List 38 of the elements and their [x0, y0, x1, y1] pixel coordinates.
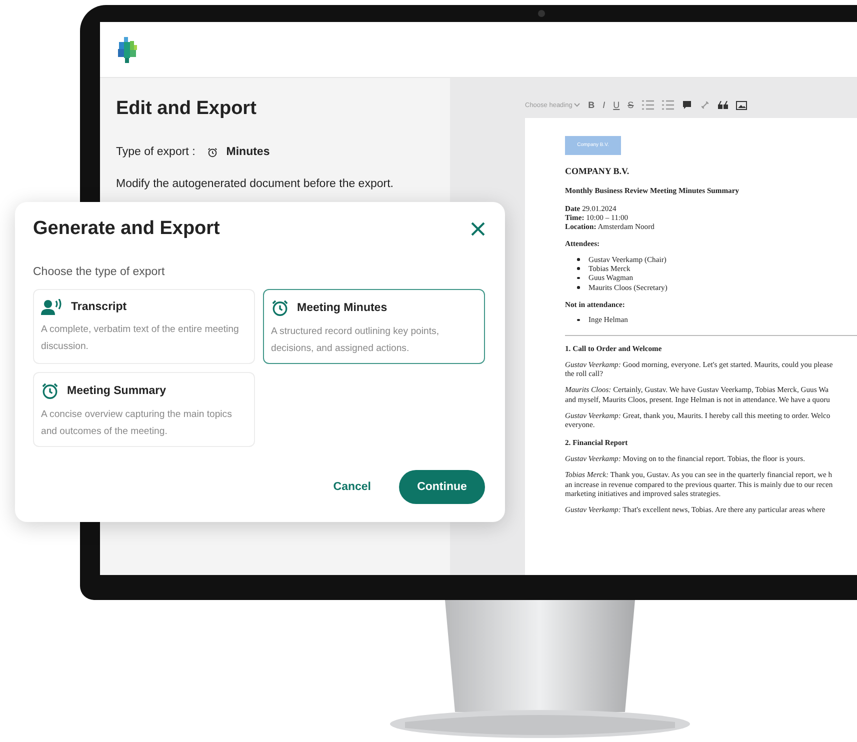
format-button[interactable]: S — [628, 100, 634, 110]
format-button[interactable]: U — [613, 100, 620, 110]
option-title: Meeting Minutes — [297, 302, 388, 314]
option-description: A structured record outlining key points, decisions, and assigned actions. — [271, 325, 440, 356]
format-button[interactable]: I — [602, 100, 606, 110]
caret-icon — [574, 102, 580, 106]
dialog-subtitle: Choose the type of export — [33, 266, 166, 278]
document-heading: COMPANY B.V. — [565, 167, 630, 176]
option-title: Meeting Summary — [67, 385, 166, 397]
instruction-text: Modify the autogenerated document before the export. — [116, 178, 394, 190]
person-speaking-icon — [41, 299, 63, 315]
bullet-dot — [577, 286, 580, 289]
page-title: Edit and Export — [116, 98, 258, 120]
cancel-button[interactable]: Cancel — [333, 481, 371, 493]
export-option-card[interactable]: Transcript A complete, verbatim text of the entire meeting discussion. — [33, 289, 255, 364]
continue-button[interactable]: Continue — [399, 470, 485, 504]
option-title: Transcript — [71, 301, 127, 313]
export-option-card[interactable]: Meeting Minutes A structured record outlining key points, decisions, and assigned actions. — [263, 289, 485, 364]
bullet-dot — [577, 258, 580, 261]
logo-icon — [116, 36, 138, 62]
option-description: A complete, verbatim text of the entire meeting discussion. — [41, 323, 240, 354]
image-icon[interactable] — [736, 100, 747, 110]
webcam-icon — [538, 10, 545, 17]
close-icon[interactable] — [471, 222, 485, 236]
comment-icon[interactable] — [682, 100, 692, 110]
bullet-dot — [577, 267, 580, 270]
dialog-title: Generate and Export — [33, 218, 220, 240]
bullet-dot — [577, 276, 580, 280]
bullet-dot — [577, 318, 580, 322]
alarm-clock-icon — [271, 299, 289, 317]
export-option-card[interactable]: Meeting Summary A concise overview capturing the main topics and outcomes of the meeting. — [33, 372, 255, 447]
alarm-clock-icon — [41, 382, 59, 400]
export-type-value: Minutes — [226, 146, 270, 158]
option-description: A concise overview capturing the main topics and outcomes of the meeting. — [41, 408, 233, 439]
alarm-clock-icon — [207, 146, 218, 158]
field-label: Type of export : — [116, 146, 196, 158]
quote-icon[interactable] — [718, 101, 728, 109]
format-button[interactable]: B — [588, 100, 595, 110]
